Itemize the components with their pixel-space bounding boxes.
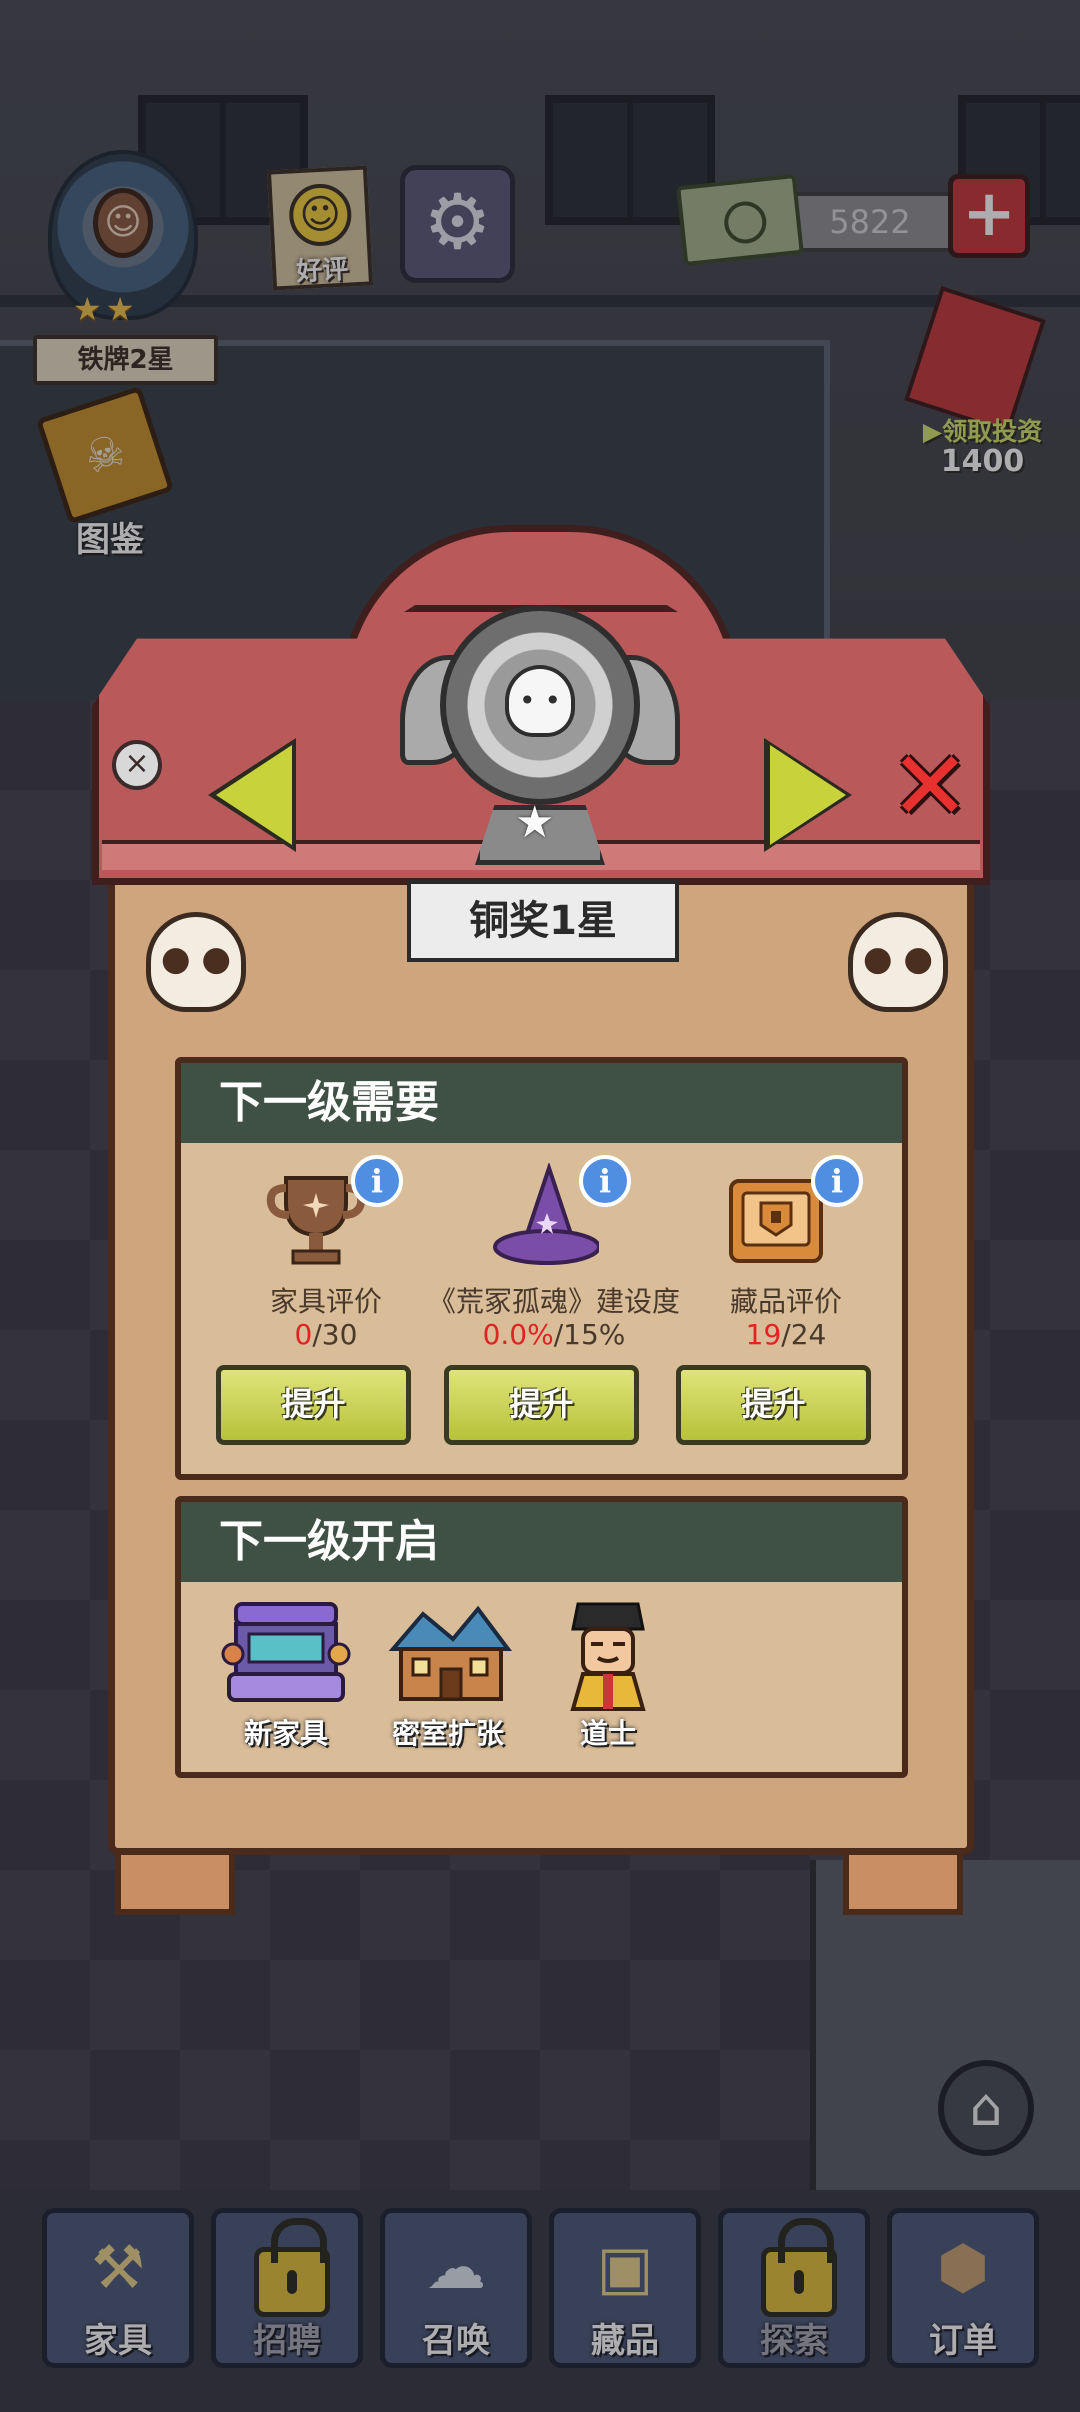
requirement-current: 0.0% <box>482 1318 554 1351</box>
requirement-progress: 0/30 <box>211 1318 441 1351</box>
requirement-progress: 0.0%/15% <box>439 1318 669 1351</box>
close-button[interactable]: ✕ <box>880 738 980 840</box>
info-icon[interactable]: i <box>811 1155 863 1207</box>
taoist-icon <box>570 1602 646 1711</box>
requirement-label: 藏品评价 <box>729 1285 842 1318</box>
requirement-furniture: i 家具评价 0/30 提升 <box>211 1155 441 1455</box>
requirement-construction: i 《荒冢孤魂》建设度 0.0%/15% 提升 <box>428 1155 680 1455</box>
requirement-progress: 19/24 <box>671 1318 901 1351</box>
unlock-label: 道士 <box>579 1717 636 1750</box>
info-icon[interactable]: i <box>579 1155 631 1207</box>
skull-icon: ● ● <box>848 912 948 1012</box>
unlocks-section: 下一级开启 新家具 密室扩张 道士 <box>175 1496 908 1778</box>
skull-icon: ● ● <box>146 912 246 1012</box>
requirement-collection: i 藏品评价 19/24 提升 <box>671 1155 901 1455</box>
furniture-icon <box>221 1602 351 1702</box>
requirement-target: /30 <box>312 1318 358 1351</box>
unlock-label: 密室扩张 <box>391 1717 504 1750</box>
requirements-section: 下一级需要 i 家具评价 0/30 提升 i 《荒冢孤魂》建设度 0.0%/15… <box>175 1057 908 1480</box>
unlock-taoist: 道士 <box>533 1594 683 1764</box>
house-icon <box>388 1605 512 1701</box>
unlock-room-expansion: 密室扩张 <box>373 1594 523 1764</box>
star-icon: ★ <box>515 797 555 848</box>
rank-title: 铜奖1星 <box>407 880 679 962</box>
info-icon[interactable]: i <box>351 1155 403 1207</box>
raise-construction-button[interactable]: 提升 <box>444 1365 639 1445</box>
rank-trophy-icon: • • ★ <box>400 605 680 875</box>
requirement-current: 0 <box>294 1318 313 1351</box>
unlock-label: 新家具 <box>243 1717 328 1750</box>
screw-icon: × <box>112 740 162 790</box>
raise-collection-button[interactable]: 提升 <box>676 1365 871 1445</box>
raise-furniture-button[interactable]: 提升 <box>216 1365 411 1445</box>
close-icon: ✕ <box>889 730 971 842</box>
unlock-new-furniture: 新家具 <box>211 1594 361 1764</box>
requirement-target: /24 <box>781 1318 827 1351</box>
unlocks-heading: 下一级开启 <box>181 1502 902 1582</box>
requirements-heading: 下一级需要 <box>181 1063 902 1143</box>
ghost-icon: • • <box>505 665 575 737</box>
requirement-current: 19 <box>745 1318 782 1351</box>
requirement-target: /15% <box>553 1318 626 1351</box>
